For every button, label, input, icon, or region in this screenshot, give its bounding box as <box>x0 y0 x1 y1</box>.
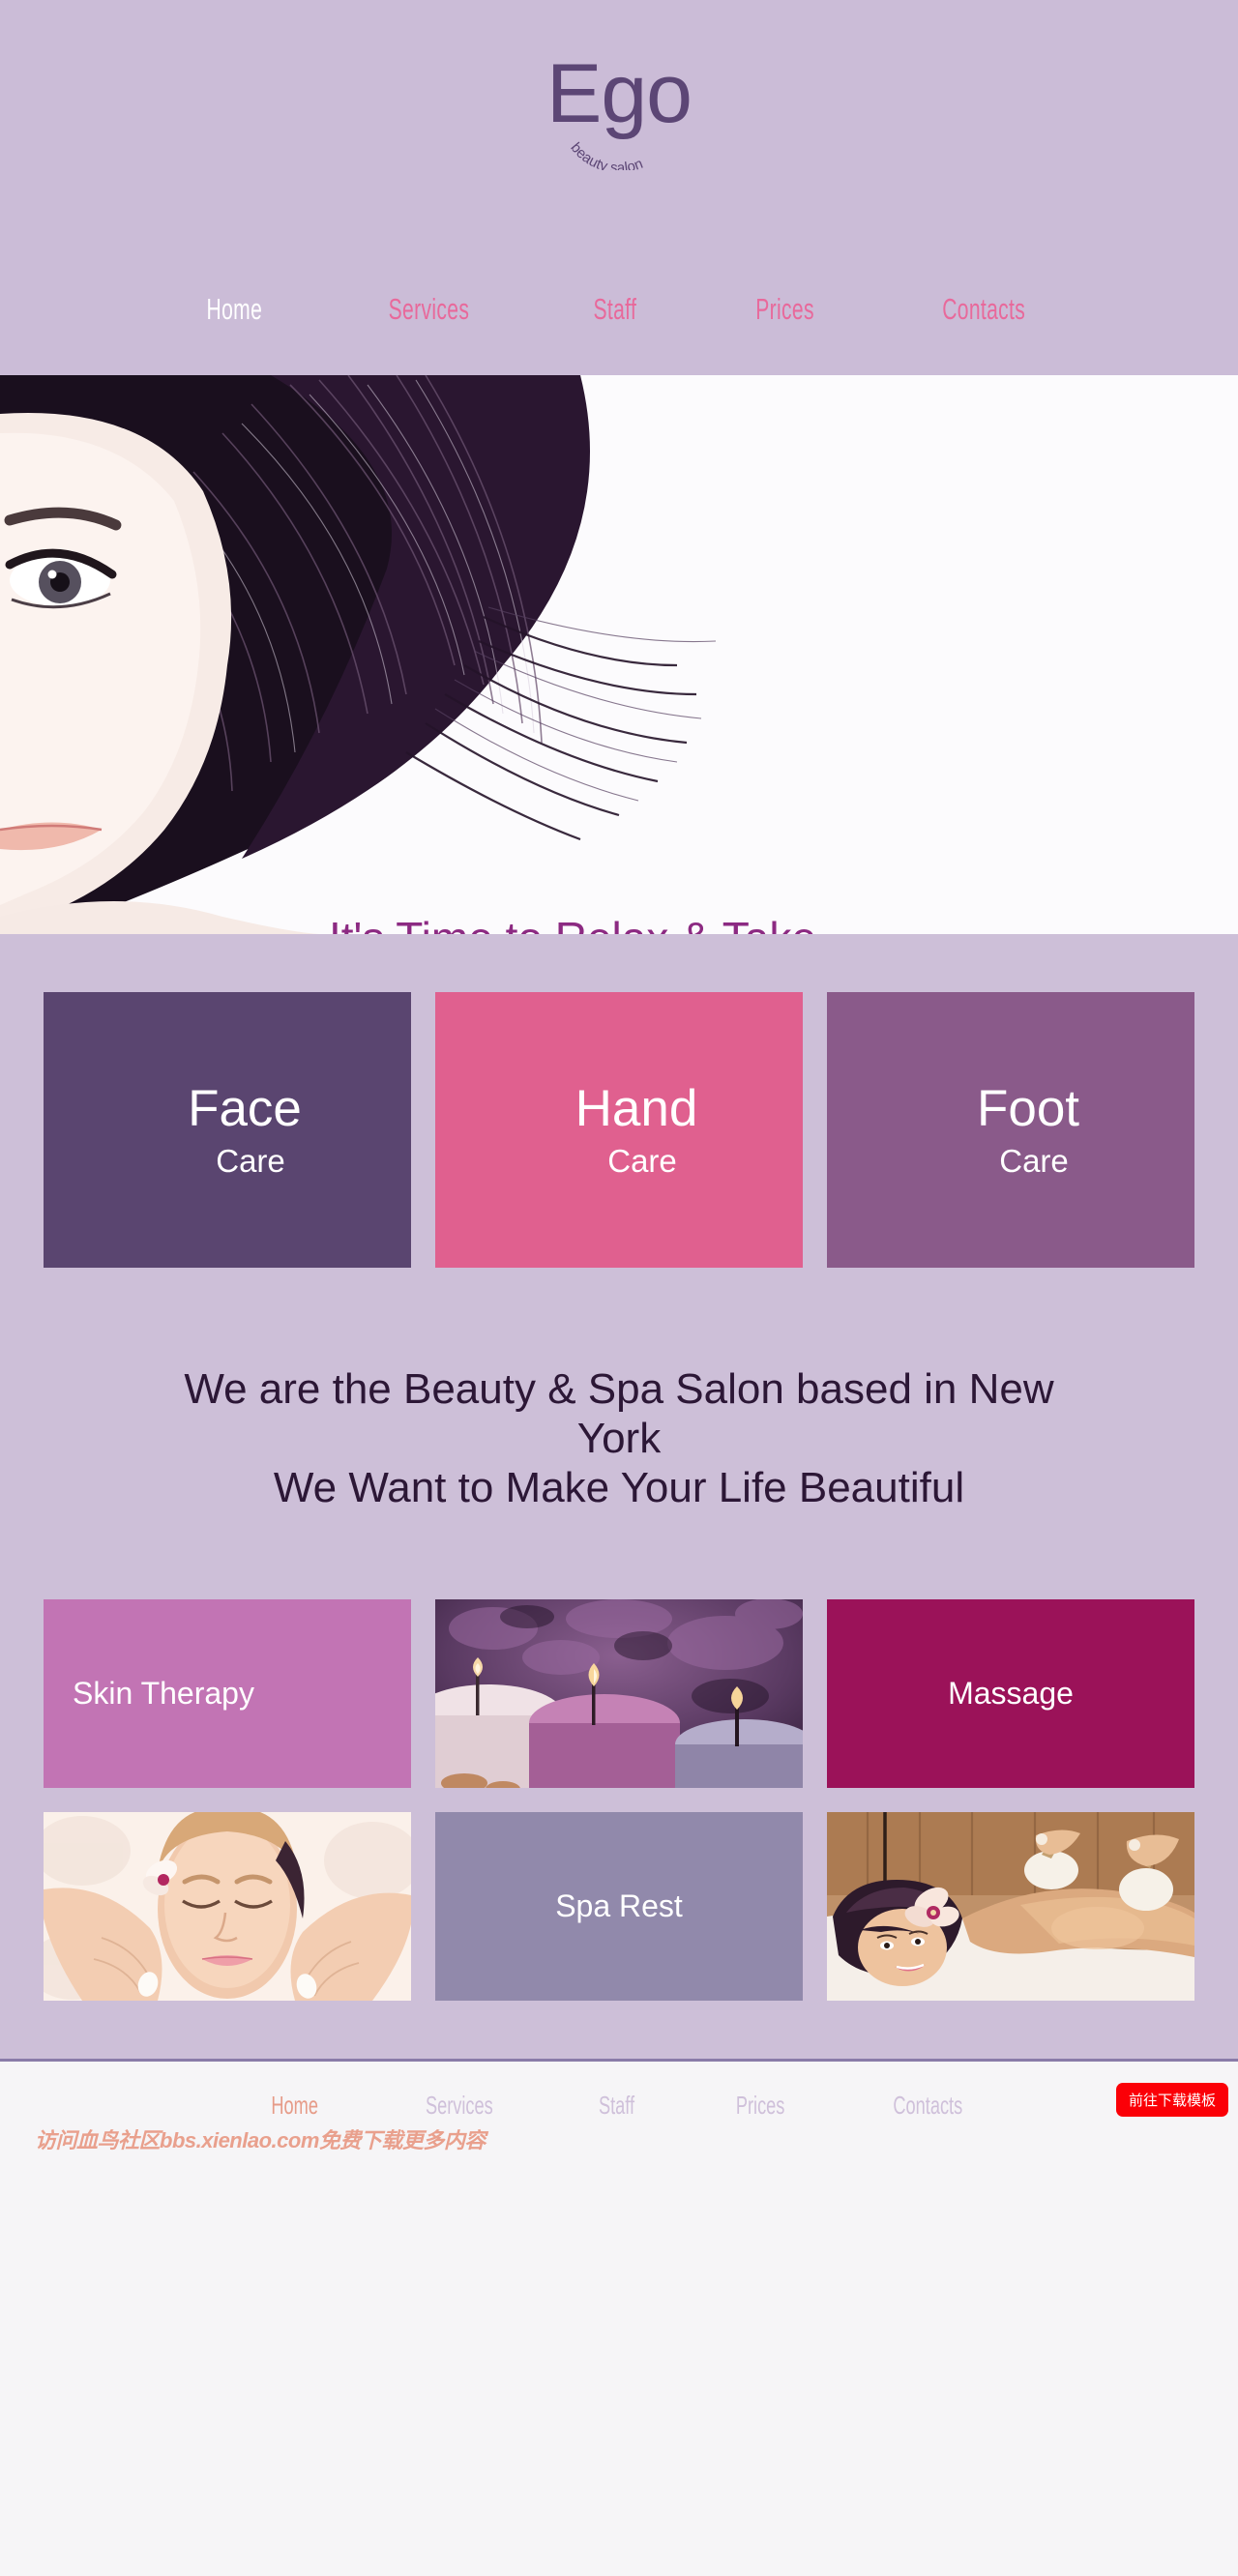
care-card-subtitle: Care <box>216 1143 285 1179</box>
site-footer: Home Services Staff Prices Contacts 访问血鸟… <box>0 2059 1238 2172</box>
intro-line-2: York <box>576 1415 662 1463</box>
main-content: Face Care Hand Care Foot Care We are the… <box>0 934 1238 2060</box>
download-template-button[interactable]: 前往下载模板 <box>1115 2083 1228 2118</box>
care-card-face[interactable]: Face Care <box>44 992 411 1268</box>
care-services-row: Face Care Hand Care Foot Care <box>0 934 1238 1268</box>
nav-item-contacts[interactable]: Contacts <box>942 292 1025 327</box>
candles-illustration <box>435 1599 803 1789</box>
footer-navigation[interactable]: Home Services Staff Prices Contacts <box>0 2091 1238 2121</box>
gallery-tile-massage[interactable]: Massage <box>827 1599 1194 1789</box>
footer-nav-item-contacts[interactable]: Contacts <box>893 2091 962 2121</box>
nav-item-prices[interactable]: Prices <box>755 292 814 327</box>
footer-nav-item-services[interactable]: Services <box>426 2091 493 2121</box>
care-card-hand[interactable]: Hand Care <box>435 992 803 1268</box>
gallery-tile-skin-therapy[interactable]: Skin Therapy <box>44 1599 411 1789</box>
logo-graphic: Ego beauty salon <box>546 47 693 170</box>
hero-image <box>0 375 793 934</box>
care-card-title: Face <box>188 1080 302 1137</box>
gallery-tile-spa-rest[interactable]: Spa Rest <box>435 1812 803 2002</box>
nav-item-staff[interactable]: Staff <box>594 292 637 327</box>
gallery-tile-candles-photo[interactable] <box>435 1599 803 1789</box>
gallery-tile-label: Massage <box>948 1676 1074 1712</box>
watermark-text: 访问血鸟社区bbs.xienlao.com免费下载更多内容 <box>35 2128 486 2153</box>
gallery-tile-facial-photo[interactable] <box>44 1812 411 2002</box>
care-card-subtitle: Care <box>607 1143 677 1179</box>
page-root: Ego beauty salon Home Services Staff Pri… <box>0 0 1238 2172</box>
thai-massage-illustration <box>827 1812 1194 2002</box>
site-logo[interactable]: Ego beauty salon <box>0 44 1238 170</box>
footer-nav-item-home[interactable]: Home <box>271 2091 318 2121</box>
svg-text:beauty salon: beauty salon <box>567 139 645 170</box>
hero-slider: It's Time to Relax & Take Care of Yourse… <box>0 375 1238 934</box>
svg-text:Ego: Ego <box>546 47 692 140</box>
gallery-tile-label: Skin Therapy <box>73 1676 254 1712</box>
facial-massage-illustration <box>44 1812 411 2002</box>
care-card-title: Hand <box>575 1080 698 1137</box>
gallery-tile-thai-massage-photo[interactable] <box>827 1812 1194 2002</box>
services-gallery: Skin Therapy Massage Spa Rest <box>0 1512 1238 2059</box>
intro-line-3: We Want to Make Your Life Beautiful <box>273 1464 965 1512</box>
care-card-title: Foot <box>976 1080 1080 1137</box>
intro-line-1: We are the Beauty & Spa Salon based in N… <box>184 1365 1054 1413</box>
care-card-subtitle: Care <box>999 1143 1069 1179</box>
footer-nav-item-staff[interactable]: Staff <box>599 2091 634 2121</box>
site-header: Ego beauty salon Home Services Staff Pri… <box>0 0 1238 375</box>
footer-nav-item-prices[interactable]: Prices <box>735 2091 784 2121</box>
main-navigation[interactable]: Home Services Staff Prices Contacts <box>0 292 1238 327</box>
nav-item-services[interactable]: Services <box>389 292 470 327</box>
gallery-tile-label: Spa Rest <box>555 1888 683 1924</box>
hero-portrait-illustration <box>0 375 793 934</box>
intro-tagline: We are the Beauty & Spa Salon based in N… <box>0 1268 1238 1512</box>
care-card-foot[interactable]: Foot Care <box>827 992 1194 1268</box>
nav-item-home[interactable]: Home <box>206 292 262 327</box>
